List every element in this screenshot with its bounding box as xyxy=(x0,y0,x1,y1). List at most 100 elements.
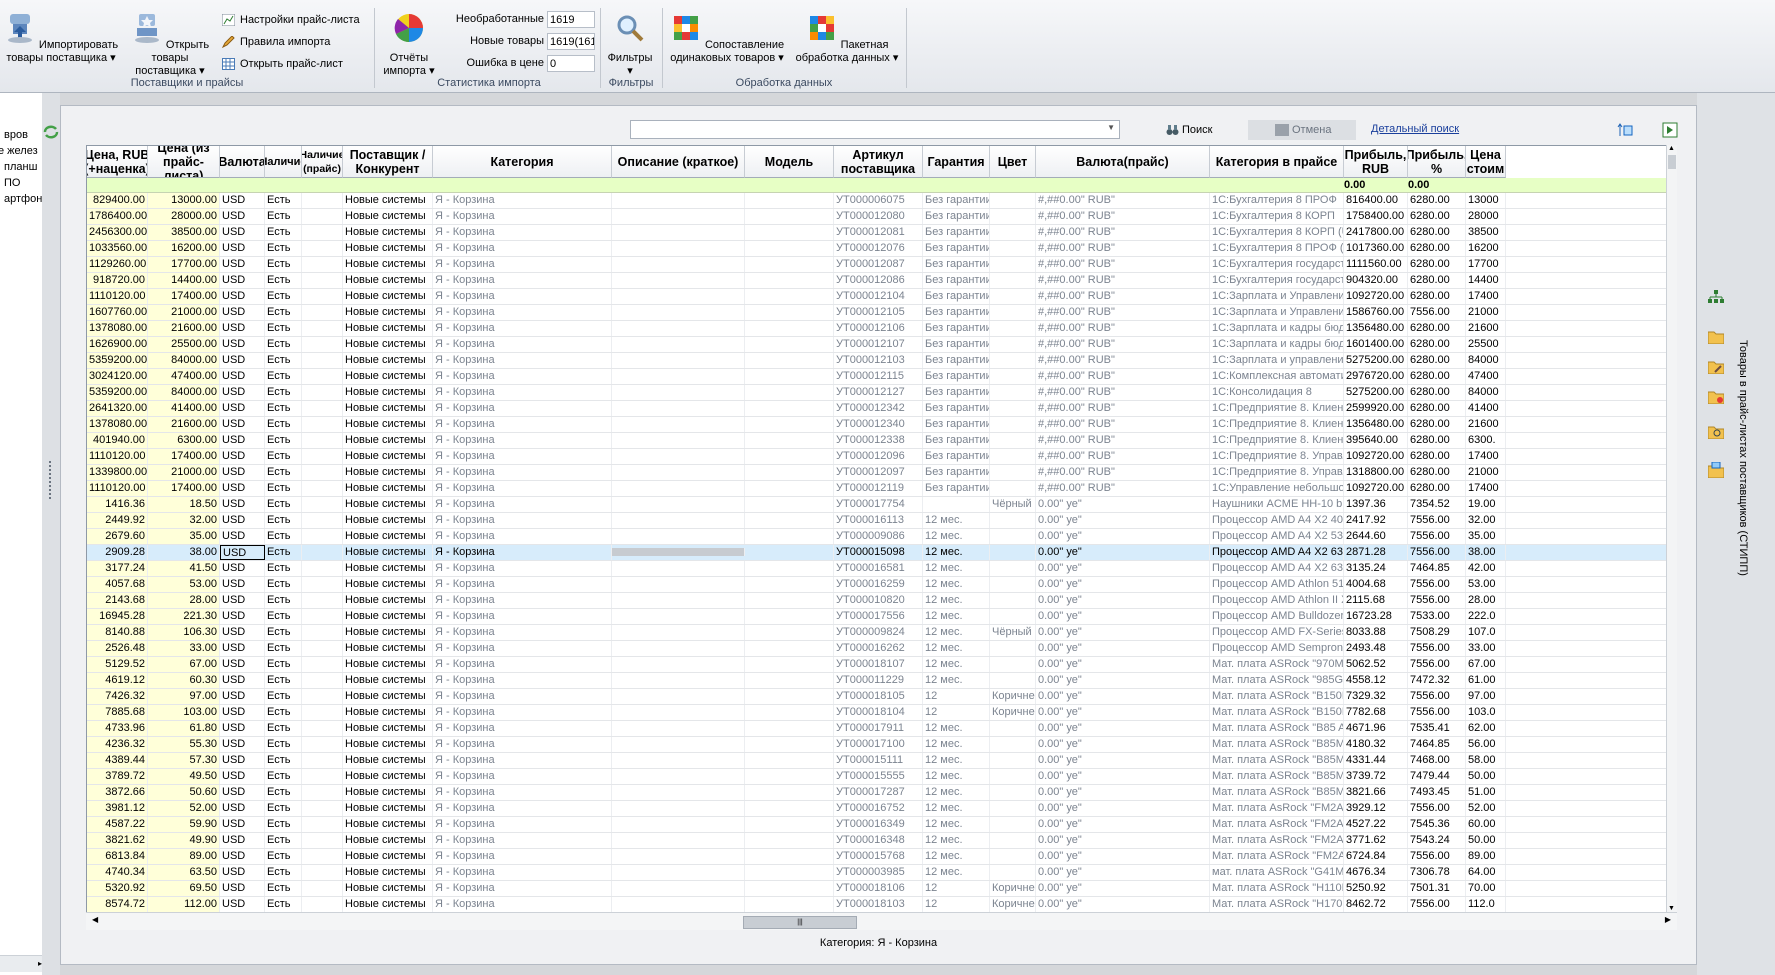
folder-edit-icon[interactable] xyxy=(1708,360,1724,374)
table-cell[interactable]: 21000 xyxy=(1466,305,1506,320)
table-cell[interactable] xyxy=(990,769,1036,784)
cancel-button[interactable]: Отмена xyxy=(1248,120,1356,140)
table-cell[interactable]: 53.00 xyxy=(1466,577,1506,592)
table-cell[interactable]: Я - Корзина xyxy=(433,369,612,384)
table-cell[interactable]: Новые системы xyxy=(343,241,433,256)
table-cell[interactable]: Мат. плата ASRock "B150M PR xyxy=(1210,689,1344,704)
table-cell[interactable]: 3739.72 xyxy=(1344,769,1408,784)
table-cell[interactable]: 47400 xyxy=(1466,369,1506,384)
table-cell[interactable]: 3821.62 xyxy=(87,833,148,848)
table-cell[interactable]: Я - Корзина xyxy=(433,433,612,448)
table-cell[interactable]: 13000.00 xyxy=(148,193,220,208)
table-cell[interactable]: 7472.32 xyxy=(1408,673,1466,688)
table-cell[interactable]: 1607760.00 xyxy=(87,305,148,320)
table-cell[interactable] xyxy=(990,737,1036,752)
table-row[interactable]: 16945.28 221.30 USD Есть Новые системы Я - Ко… xyxy=(87,609,1676,625)
table-cell[interactable]: Новые системы xyxy=(343,769,433,784)
table-cell[interactable] xyxy=(302,337,343,352)
table-cell[interactable]: 32.00 xyxy=(148,513,220,528)
table-cell[interactable] xyxy=(990,353,1036,368)
table-cell[interactable] xyxy=(745,593,834,608)
detailed-search-link[interactable]: Детальный поиск xyxy=(1371,123,1459,135)
table-row[interactable]: 1378080.00 21600.00 USD Есть Новые системы Я … xyxy=(87,321,1676,337)
table-cell[interactable]: USD xyxy=(220,721,265,736)
table-cell[interactable] xyxy=(302,721,343,736)
table-cell[interactable]: 7556.00 xyxy=(1408,593,1466,608)
table-cell[interactable]: Есть xyxy=(265,289,302,304)
table-row[interactable]: 3789.72 49.50 USD Есть Новые системы Я - Корз… xyxy=(87,769,1676,785)
table-cell[interactable]: 12 мес. xyxy=(923,801,990,816)
table-row[interactable]: 1110120.00 17400.00 USD Есть Новые системы Я … xyxy=(87,481,1676,497)
table-cell[interactable]: Мат. плата ASRock "B85M-HD xyxy=(1210,769,1344,784)
table-row[interactable]: 3981.12 52.00 USD Есть Новые системы Я - Корз… xyxy=(87,801,1676,817)
table-cell[interactable]: Новые системы xyxy=(343,801,433,816)
table-row[interactable]: 3872.66 50.60 USD Есть Новые системы Я - Корз… xyxy=(87,785,1676,801)
table-cell[interactable]: 1586760.00 xyxy=(1344,305,1408,320)
table-cell[interactable] xyxy=(745,305,834,320)
table-cell[interactable]: 50.00 xyxy=(1466,833,1506,848)
compare-goods-button[interactable]: Сопоставление одинаковых товаров ▾ xyxy=(664,12,790,65)
table-cell[interactable]: 7556.00 xyxy=(1408,529,1466,544)
table-cell[interactable]: 17400 xyxy=(1466,481,1506,496)
table-cell[interactable] xyxy=(612,673,745,688)
table-cell[interactable]: УТ000015768 xyxy=(834,849,923,864)
table-cell[interactable]: Есть xyxy=(265,193,302,208)
table-cell[interactable]: 1626900.00 xyxy=(87,337,148,352)
table-cell[interactable]: 6280.00 xyxy=(1408,369,1466,384)
table-cell[interactable]: Новые системы xyxy=(343,817,433,832)
table-cell[interactable]: УТ000018103 xyxy=(834,897,923,912)
table-cell[interactable]: 89.00 xyxy=(148,849,220,864)
table-cell[interactable]: Без гарантии xyxy=(923,369,990,384)
table-cell[interactable] xyxy=(302,401,343,416)
table-cell[interactable]: УТ000012103 xyxy=(834,353,923,368)
table-cell[interactable]: 32.00 xyxy=(1466,513,1506,528)
table-cell[interactable] xyxy=(990,561,1036,576)
table-cell[interactable]: 7556.00 xyxy=(1408,513,1466,528)
table-cell[interactable] xyxy=(745,465,834,480)
table-cell[interactable]: Новые системы xyxy=(343,401,433,416)
table-cell[interactable]: Новые системы xyxy=(343,433,433,448)
table-cell[interactable]: Я - Корзина xyxy=(433,641,612,656)
scroll-down-icon[interactable]: ▼ xyxy=(1668,905,1675,912)
table-cell[interactable]: 2679.60 xyxy=(87,529,148,544)
table-cell[interactable]: USD xyxy=(220,401,265,416)
table-cell[interactable]: 41400 xyxy=(1466,401,1506,416)
table-cell[interactable]: 49.90 xyxy=(148,833,220,848)
table-cell[interactable]: 63.50 xyxy=(148,865,220,880)
table-cell[interactable]: Новые системы xyxy=(343,369,433,384)
table-cell[interactable]: 35.00 xyxy=(1466,529,1506,544)
table-cell[interactable]: Я - Корзина xyxy=(433,769,612,784)
column-header-profit-pct[interactable]: Прибыль, % xyxy=(1408,146,1466,178)
table-cell[interactable] xyxy=(612,529,745,544)
table-cell[interactable]: Я - Корзина xyxy=(433,753,612,768)
table-cell[interactable]: УТ000012087 xyxy=(834,257,923,272)
table-cell[interactable] xyxy=(745,273,834,288)
table-cell[interactable]: 4733.96 xyxy=(87,721,148,736)
table-cell[interactable]: 1092720.00 xyxy=(1344,481,1408,496)
table-cell[interactable]: #,##0.00" RUB" xyxy=(1036,257,1210,272)
table-row[interactable]: 4619.12 60.30 USD Есть Новые системы Я - Корз… xyxy=(87,673,1676,689)
table-row[interactable]: 4587.22 59.90 USD Есть Новые системы Я - Корз… xyxy=(87,817,1676,833)
table-cell[interactable]: Новые системы xyxy=(343,337,433,352)
table-cell[interactable]: УТ000010820 xyxy=(834,593,923,608)
table-cell[interactable]: Без гарантии xyxy=(923,321,990,336)
table-cell[interactable]: Я - Корзина xyxy=(433,465,612,480)
table-cell[interactable] xyxy=(302,689,343,704)
table-cell[interactable]: 7556.00 xyxy=(1408,657,1466,672)
table-cell[interactable]: 0.00" уе" xyxy=(1036,609,1210,624)
table-row[interactable]: 8140.88 106.30 USD Есть Новые системы Я - Кор… xyxy=(87,625,1676,641)
table-cell[interactable]: 7508.29 xyxy=(1408,625,1466,640)
table-cell[interactable] xyxy=(302,305,343,320)
table-cell[interactable]: Есть xyxy=(265,753,302,768)
table-cell[interactable]: Новые системы xyxy=(343,561,433,576)
table-cell[interactable]: 16200.00 xyxy=(148,241,220,256)
table-cell[interactable]: 3821.66 xyxy=(1344,785,1408,800)
table-cell[interactable] xyxy=(745,497,834,512)
table-cell[interactable]: 1С:Предприятие 8. Клиентск xyxy=(1210,433,1344,448)
table-cell[interactable]: Я - Корзина xyxy=(433,513,612,528)
table-cell[interactable]: 12 мес. xyxy=(923,753,990,768)
table-row[interactable]: 5359200.00 84000.00 USD Есть Новые системы Я … xyxy=(87,353,1676,369)
table-cell[interactable]: 7885.68 xyxy=(87,705,148,720)
table-cell[interactable]: 1017360.00 xyxy=(1344,241,1408,256)
table-cell[interactable]: Новые системы xyxy=(343,417,433,432)
